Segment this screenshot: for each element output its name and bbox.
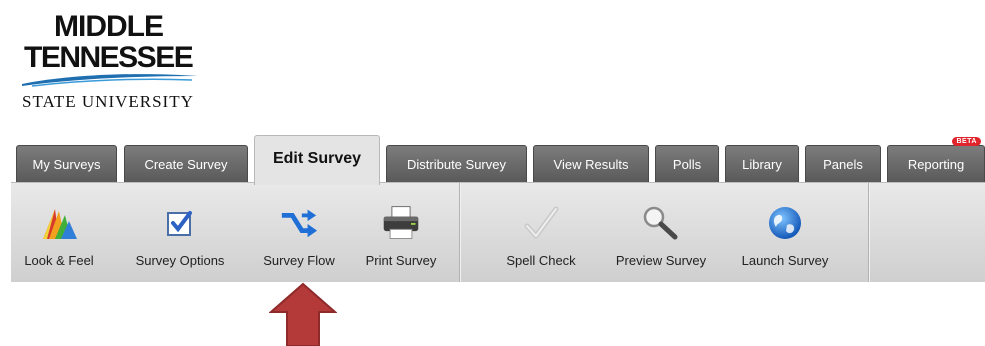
edit-survey-toolbar: Look & Feel Survey Options Survey Flow P… (11, 182, 985, 282)
logo-line-middle: MIDDLE (54, 10, 164, 43)
tab-create-survey[interactable]: Create Survey (124, 145, 248, 182)
survey-options-button[interactable]: Survey Options (115, 203, 245, 271)
tab-my-surveys[interactable]: My Surveys (16, 145, 117, 182)
toolbar-separator (459, 183, 460, 282)
tab-distribute-survey[interactable]: Distribute Survey (386, 145, 527, 182)
printer-icon (381, 203, 421, 243)
magnifier-icon (641, 203, 681, 243)
spell-check-button[interactable]: Spell Check (491, 203, 591, 271)
tab-polls[interactable]: Polls (655, 145, 719, 182)
look-and-feel-button[interactable]: Look & Feel (11, 203, 107, 271)
tab-panels[interactable]: Panels (805, 145, 881, 182)
logo-line-state-university: STATE UNIVERSITY (22, 92, 194, 111)
flow-arrows-icon (279, 203, 319, 243)
tab-view-results[interactable]: View Results (533, 145, 649, 182)
main-tab-bar: My Surveys Create Survey Edit Survey Dis… (0, 132, 985, 185)
logo-line-tennessee: TENNESSEE (24, 41, 194, 74)
beta-badge: BETA (952, 137, 981, 146)
mtsu-logo: MIDDLE TENNESSEE STATE UNIVERSITY (22, 10, 222, 115)
logo-swoosh-icon (22, 74, 198, 87)
look-and-feel-icon (39, 203, 79, 243)
preview-survey-button[interactable]: Preview Survey (601, 203, 721, 271)
launch-survey-button[interactable]: Launch Survey (725, 203, 845, 271)
up-arrow-annotation-icon (269, 282, 337, 346)
survey-flow-button[interactable]: Survey Flow (249, 203, 349, 271)
toolbar-separator (868, 183, 869, 282)
tab-edit-survey[interactable]: Edit Survey (254, 135, 380, 185)
tab-reporting[interactable]: Reporting BETA (887, 137, 985, 182)
globe-icon (765, 203, 805, 243)
checkbox-icon (160, 203, 200, 243)
tab-library[interactable]: Library (725, 145, 799, 182)
print-survey-button[interactable]: Print Survey (351, 203, 451, 271)
checkmark-icon (521, 203, 561, 243)
